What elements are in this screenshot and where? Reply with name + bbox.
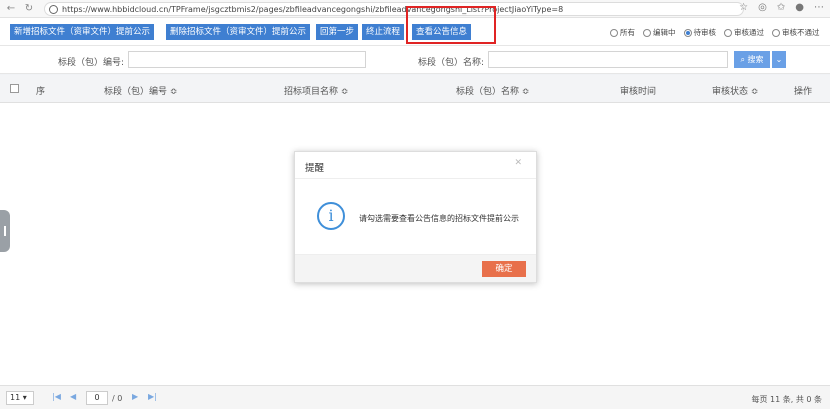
extension-icon[interactable]: ◎ (758, 2, 767, 13)
more-icon[interactable]: ⋯ (814, 2, 824, 13)
status-filter: 所有 编辑中 待审核 审核通过 审核不通过 (610, 27, 820, 38)
alert-dialog: 提醒 ✕ i 请勾选需要查看公告信息的招标文件提前公示 确定 (294, 151, 537, 283)
radio-dot (724, 28, 732, 37)
profile-icon[interactable]: ● (795, 2, 804, 13)
red-highlight-box (406, 6, 496, 44)
terminate-process-button[interactable]: 终止流程 (362, 24, 405, 40)
dialog-message: 请勾选需要查看公告信息的招标文件提前公示 (359, 214, 519, 223)
search-row: 标段（包）编号: 标段（包）名称: ⌕ 搜索 ⌄ (0, 46, 830, 74)
radio-editing[interactable]: 编辑中 (643, 27, 676, 38)
dialog-title: 提醒 (305, 163, 325, 174)
lock-icon (49, 4, 58, 14)
code-input[interactable] (128, 51, 366, 68)
favorites-icon[interactable]: ✩ (777, 2, 785, 13)
browser-tools: ☆ ◎ ✩ ● ⋯ (739, 2, 824, 13)
name-label: 标段（包）名称: (418, 58, 485, 68)
search-button[interactable]: ⌕ 搜索 (734, 51, 770, 68)
col-section-code[interactable]: 标段（包）编号 ≎ (104, 84, 177, 97)
close-icon[interactable]: ✕ (514, 158, 522, 168)
radio-approved[interactable]: 审核通过 (724, 27, 764, 38)
code-label: 标段（包）编号: (58, 58, 125, 68)
dialog-divider (295, 178, 536, 179)
radio-dot (643, 28, 651, 37)
last-page-icon[interactable]: ▶| (148, 392, 157, 401)
radio-all[interactable]: 所有 (610, 27, 635, 38)
col-section-name[interactable]: 标段（包）名称 ≎ (456, 84, 529, 97)
name-input[interactable] (488, 51, 728, 68)
select-all-checkbox[interactable] (10, 84, 19, 93)
col-actions: 操作 (794, 87, 813, 97)
page-size-select[interactable]: 11 ▾ (6, 391, 34, 405)
page-number-input[interactable]: 0 (86, 391, 108, 405)
delete-announcement-button[interactable]: 删除招标文件（资审文件）提前公示 (166, 24, 311, 40)
dialog-footer: 确定 (295, 254, 536, 282)
back-icon[interactable]: ← (4, 2, 18, 16)
info-icon: i (317, 202, 345, 230)
table-header: 序 标段（包）编号 ≎ 招标项目名称 ≎ 标段（包）名称 ≎ 审核时间 审核状态… (0, 75, 830, 103)
side-drawer-handle[interactable] (0, 210, 10, 252)
back-to-first-step-button[interactable]: 回第一步 (316, 24, 359, 40)
refresh-icon[interactable]: ↻ (22, 2, 36, 16)
radio-pending[interactable]: 待审核 (683, 27, 716, 38)
first-page-icon[interactable]: |◀ (52, 392, 61, 401)
prev-page-icon[interactable]: ◀ (70, 392, 76, 401)
col-review-status[interactable]: 审核状态 ≎ (712, 84, 758, 97)
col-project-name[interactable]: 招标项目名称 ≎ (284, 84, 348, 97)
radio-dot (683, 28, 692, 37)
address-bar[interactable]: https://www.hbbidcloud.cn/TPFrame/jsgczt… (44, 2, 744, 16)
chevron-down-icon[interactable]: ⌄ (772, 51, 786, 68)
radio-dot (610, 28, 618, 37)
pager: 11 ▾ |◀ ◀ 0 / 0 ▶ ▶| 每页 11 条, 共 0 条 (0, 385, 830, 409)
radio-rejected[interactable]: 审核不通过 (772, 27, 820, 38)
next-page-icon[interactable]: ▶ (132, 392, 138, 401)
add-announcement-button[interactable]: 新增招标文件（资审文件）提前公示 (10, 24, 155, 40)
col-index: 序 (36, 87, 46, 97)
pager-info: 每页 11 条, 共 0 条 (751, 395, 822, 404)
radio-dot (772, 28, 780, 37)
confirm-button[interactable]: 确定 (482, 261, 526, 277)
col-review-time: 审核时间 (620, 87, 657, 97)
page-total: / 0 (112, 394, 123, 403)
star-icon[interactable]: ☆ (739, 2, 748, 13)
